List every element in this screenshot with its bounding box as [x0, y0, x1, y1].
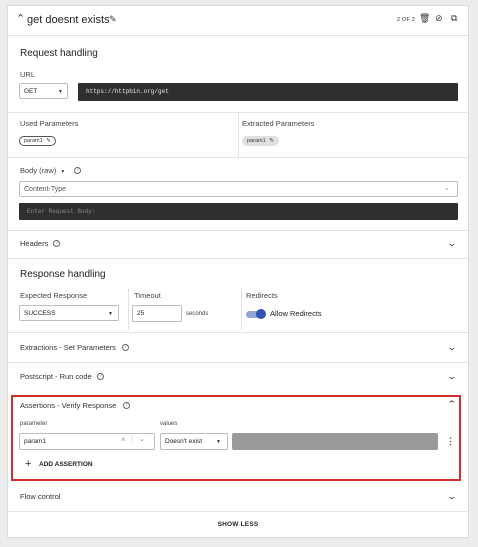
timeout-input[interactable]: 25: [132, 305, 182, 322]
caret-down-icon: ▼: [216, 439, 221, 445]
extracted-params-label: Extracted Parameters: [242, 119, 315, 128]
separator: |: [131, 436, 133, 443]
expand-chevron-icon[interactable]: ⌄: [447, 238, 457, 248]
used-params-label: Used Parameters: [20, 119, 79, 128]
extracted-param-chip[interactable]: param1 ✎: [242, 136, 279, 146]
delete-trash-icon[interactable]: 🗑: [419, 13, 430, 23]
url-value: https://httpbin.org/get: [86, 88, 169, 95]
expand-chevron-icon[interactable]: ⌄: [447, 371, 457, 381]
timeout-value: 25: [137, 310, 145, 317]
card-header: ⌃ get doesnt exists ✎ 2 OF 2 🗑 ⊘ ⧉: [8, 6, 468, 36]
chevron-down-icon: ⌄: [139, 436, 145, 443]
assertion-operator-value: Doesn't exist: [165, 438, 203, 445]
url-input[interactable]: https://httpbin.org/get: [78, 83, 458, 101]
assertions-label[interactable]: Assertions - Verify Response: [20, 401, 116, 410]
page-indicator: 2 OF 2: [397, 17, 416, 23]
edit-pencil-icon[interactable]: ✎: [46, 138, 51, 144]
help-icon[interactable]: ?: [122, 344, 129, 351]
divider: [8, 258, 468, 259]
method-select[interactable]: GET ▼: [19, 83, 68, 99]
flow-control-label[interactable]: Flow control: [20, 492, 60, 501]
timeout-label: Timeout: [134, 291, 161, 300]
values-label: values: [160, 421, 178, 427]
divider: [8, 332, 468, 333]
headers-label[interactable]: Headers: [20, 239, 48, 248]
more-options-icon[interactable]: ⋮: [446, 436, 455, 446]
divider: [8, 230, 468, 231]
help-icon[interactable]: ?: [74, 167, 81, 174]
request-body-input[interactable]: Enter Request Body:: [19, 203, 458, 220]
timeout-unit: seconds: [186, 311, 209, 317]
caret-down-icon: ▼: [108, 311, 113, 317]
divider: [8, 157, 468, 158]
chip-label: param1: [24, 138, 43, 144]
vertical-divider: [241, 288, 242, 330]
expand-chevron-icon[interactable]: ⌄: [447, 342, 457, 352]
extractions-label[interactable]: Extractions - Set Parameters: [20, 343, 116, 352]
caret-down-icon: ▼: [58, 89, 63, 95]
edit-title-pencil-icon[interactable]: ✎: [109, 14, 117, 24]
body-placeholder: Enter Request Body:: [27, 208, 96, 215]
vertical-divider: [238, 112, 239, 157]
collapse-chevron-icon[interactable]: ⌃: [447, 399, 457, 409]
request-card: ⌃ get doesnt exists ✎ 2 OF 2 🗑 ⊘ ⧉ Reque…: [7, 5, 469, 538]
expected-response-value: SUCCESS: [24, 310, 56, 317]
assertion-parameter-select[interactable]: param1 × | ⌄: [19, 433, 155, 450]
method-value: GET: [24, 88, 38, 95]
postscript-label[interactable]: Postscript - Run code: [20, 372, 92, 381]
request-handling-title: Request handling: [20, 48, 98, 59]
toggle-knob: [256, 309, 266, 319]
show-less-button[interactable]: SHOW LESS: [8, 512, 468, 537]
body-label[interactable]: Body (raw) ▼: [20, 166, 65, 177]
body-label-text: Body (raw): [20, 166, 57, 175]
help-icon[interactable]: ?: [53, 240, 60, 247]
url-label: URL: [20, 70, 36, 79]
disable-block-icon[interactable]: ⊘: [435, 13, 443, 23]
expected-response-select[interactable]: SUCCESS ▼: [19, 305, 119, 321]
assertion-operator-select[interactable]: Doesn't exist ▼: [160, 433, 228, 450]
add-icon[interactable]: +: [25, 459, 31, 470]
chip-label: param1: [247, 138, 266, 144]
clear-icon[interactable]: ×: [121, 436, 126, 444]
duplicate-copy-icon[interactable]: ⧉: [451, 13, 457, 23]
expand-chevron-icon[interactable]: ⌄: [447, 491, 457, 501]
allow-redirects-label: Allow Redirects: [270, 309, 322, 318]
redirects-label: Redirects: [246, 291, 278, 300]
divider: [8, 362, 468, 363]
assertion-value-input[interactable]: [232, 433, 438, 450]
parameter-label: parameter: [20, 421, 48, 427]
help-icon[interactable]: ?: [97, 373, 104, 380]
request-title: get doesnt exists: [27, 14, 110, 26]
chevron-down-icon: ⌄: [444, 185, 450, 192]
vertical-divider: [128, 288, 129, 330]
response-handling-title: Response handling: [20, 269, 106, 280]
add-assertion-button[interactable]: ADD ASSERTION: [39, 461, 93, 469]
collapse-caret-icon[interactable]: ⌃: [16, 14, 25, 25]
assertion-parameter-value: param1: [24, 438, 47, 445]
content-type-placeholder: Content-Type: [24, 186, 67, 193]
caret-down-icon: ▼: [60, 169, 66, 175]
content-type-select[interactable]: Content-Type ⌄: [19, 181, 458, 197]
help-icon[interactable]: ?: [123, 402, 130, 409]
edit-pencil-icon[interactable]: ✎: [269, 138, 274, 144]
expected-response-label: Expected Response: [20, 291, 88, 300]
used-param-chip[interactable]: param1 ✎: [19, 136, 56, 146]
